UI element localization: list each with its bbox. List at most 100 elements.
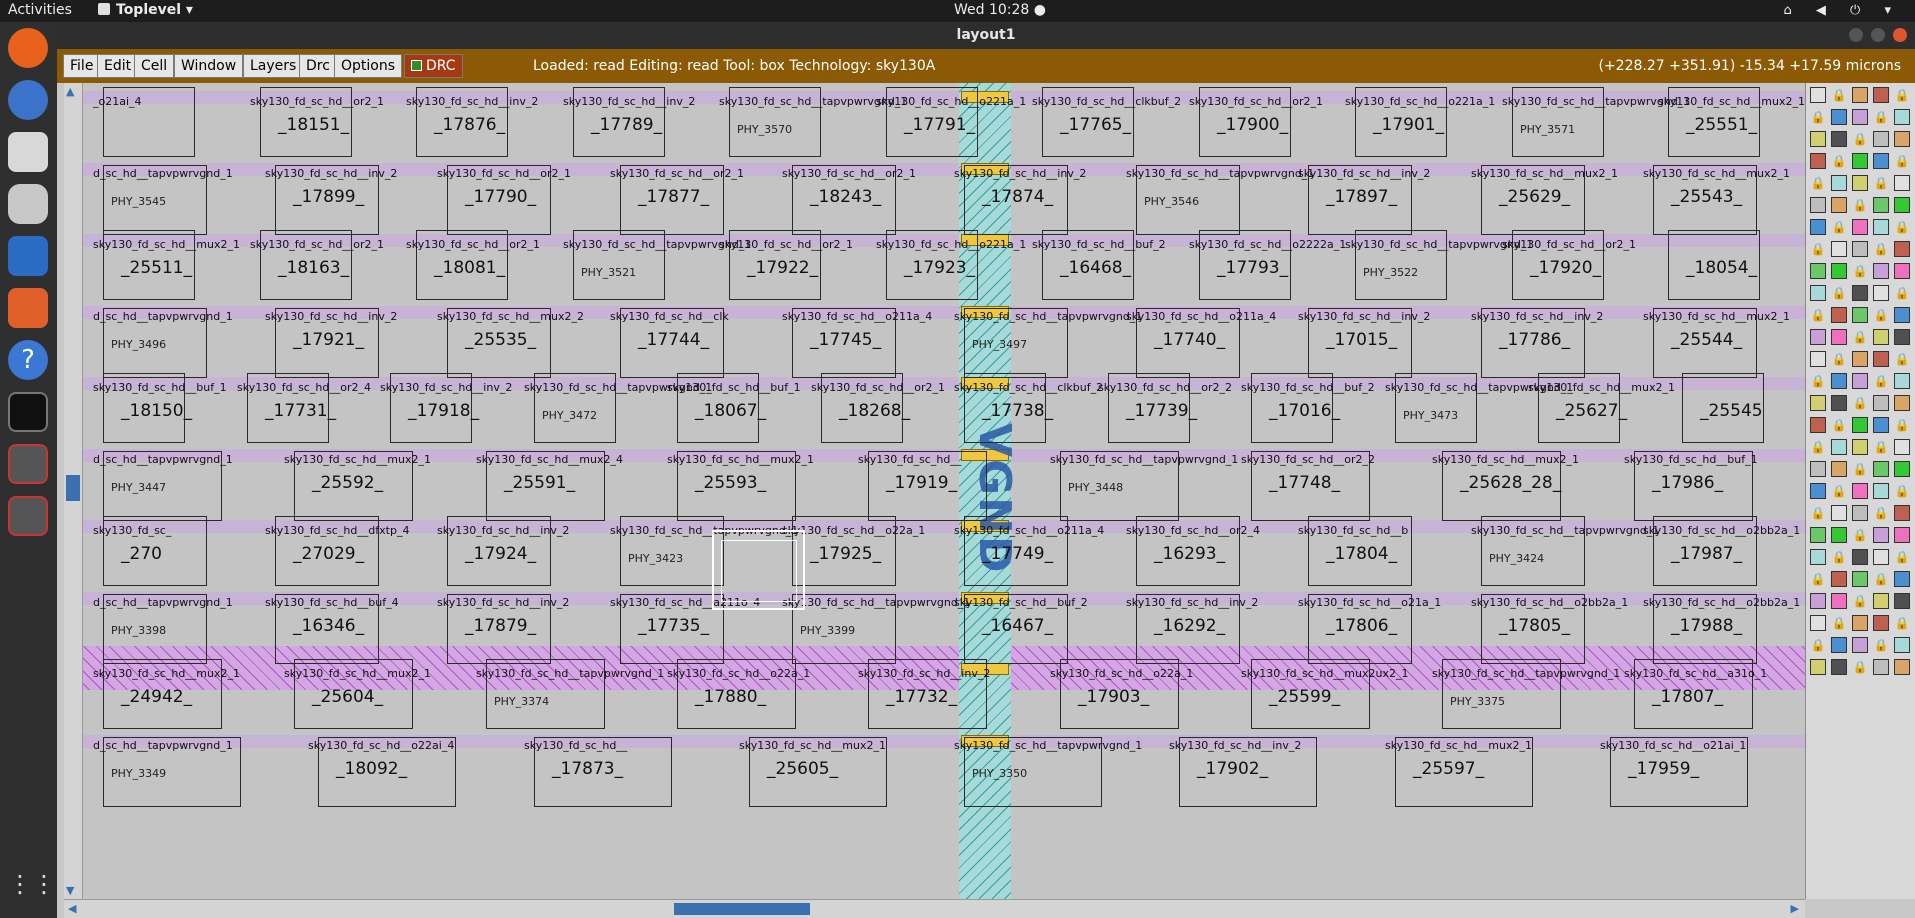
maximize-button[interactable]	[1871, 28, 1885, 42]
thunderbird-icon[interactable]	[8, 80, 48, 120]
layer-lock-icon[interactable]: 🔒	[1873, 373, 1889, 389]
app-icon-1[interactable]	[8, 444, 48, 484]
layer-lock-icon[interactable]: 🔒	[1810, 571, 1826, 587]
layer-palette[interactable]: 🔒 🔒 🔒 🔒 🔒 🔒 🔒 🔒 🔒 🔒 🔒 🔒 🔒 🔒 🔒 🔒 🔒 🔒 🔒 🔒 🔒 🔒 🔒 🔒 🔒 🔒 🔒 🔒 🔒 🔒 🔒 🔒 🔒 🔒 🔒 🔒 🔒 🔒 🔒 🔒…	[1805, 83, 1915, 899]
files-icon[interactable]	[8, 132, 48, 172]
layer-lock-icon[interactable]: 🔒	[1894, 483, 1910, 499]
layer-swatch[interactable]	[1873, 615, 1889, 631]
layer-lock-icon[interactable]: 🔒	[1894, 87, 1910, 103]
layer-swatch[interactable]	[1894, 527, 1910, 543]
layer-swatch[interactable]	[1810, 153, 1826, 169]
menu-cell[interactable]: Cell	[134, 54, 175, 78]
layer-swatch[interactable]	[1894, 439, 1910, 455]
layer-lock-icon[interactable]: 🔒	[1894, 153, 1910, 169]
layer-lock-icon[interactable]: 🔒	[1810, 505, 1826, 521]
layer-swatch[interactable]	[1852, 483, 1868, 499]
layer-swatch[interactable]	[1852, 87, 1868, 103]
layer-lock-icon[interactable]: 🔒	[1810, 373, 1826, 389]
layer-lock-icon[interactable]: 🔒	[1894, 549, 1910, 565]
vertical-scrollbar[interactable]: ▲ ▼	[64, 83, 83, 899]
system-tray[interactable]: ⌂ ◀ ⏻ ▾	[1784, 3, 1901, 18]
app-menu[interactable]: Toplevel ▾	[98, 2, 193, 18]
layer-swatch[interactable]	[1894, 131, 1910, 147]
writer-icon[interactable]	[8, 236, 48, 276]
layer-lock-icon[interactable]: 🔒	[1852, 395, 1868, 411]
layer-swatch[interactable]	[1831, 527, 1847, 543]
layer-swatch[interactable]	[1873, 351, 1889, 367]
layer-swatch[interactable]	[1831, 197, 1847, 213]
layer-swatch[interactable]	[1831, 307, 1847, 323]
clock[interactable]: Wed 10:28 ●	[954, 2, 1046, 18]
layer-swatch[interactable]	[1873, 153, 1889, 169]
layer-lock-icon[interactable]: 🔒	[1831, 351, 1847, 367]
layer-swatch[interactable]	[1852, 285, 1868, 301]
layer-lock-icon[interactable]: 🔒	[1894, 351, 1910, 367]
layer-swatch[interactable]	[1873, 131, 1889, 147]
firefox-icon[interactable]	[8, 28, 48, 68]
layout-canvas[interactable]: VGND _o21ai_4 sky130_fd_sc_hd__or2_1 _1815…	[83, 83, 1805, 899]
layer-swatch[interactable]	[1831, 263, 1847, 279]
layer-swatch[interactable]	[1894, 659, 1910, 675]
layer-lock-icon[interactable]: 🔒	[1894, 219, 1910, 235]
layer-lock-icon[interactable]: 🔒	[1810, 637, 1826, 653]
layer-swatch[interactable]	[1894, 329, 1910, 345]
layer-swatch[interactable]	[1852, 615, 1868, 631]
layer-lock-icon[interactable]: 🔒	[1852, 527, 1868, 543]
layer-lock-icon[interactable]: 🔒	[1873, 571, 1889, 587]
layer-lock-icon[interactable]: 🔒	[1894, 285, 1910, 301]
software-center-icon[interactable]	[8, 288, 48, 328]
layer-swatch[interactable]	[1873, 263, 1889, 279]
layer-lock-icon[interactable]: 🔒	[1852, 263, 1868, 279]
layer-swatch[interactable]	[1831, 461, 1847, 477]
layer-swatch[interactable]	[1873, 483, 1889, 499]
layer-lock-icon[interactable]: 🔒	[1873, 175, 1889, 191]
layer-swatch[interactable]	[1852, 219, 1868, 235]
menu-layers[interactable]: Layers	[243, 54, 304, 78]
menu-options[interactable]: Options	[334, 54, 403, 78]
scroll-down-icon[interactable]: ▼	[66, 884, 74, 897]
layer-lock-icon[interactable]: 🔒	[1810, 109, 1826, 125]
vertical-scroll-thumb[interactable]	[66, 475, 80, 501]
layer-swatch[interactable]	[1894, 241, 1910, 257]
menu-edit[interactable]: Edit	[97, 54, 139, 78]
layer-swatch[interactable]	[1810, 197, 1826, 213]
layer-swatch[interactable]	[1810, 219, 1826, 235]
terminal-icon[interactable]	[8, 392, 48, 432]
layer-lock-icon[interactable]: 🔒	[1831, 285, 1847, 301]
scroll-right-icon[interactable]: ▶	[1791, 902, 1799, 915]
layer-swatch[interactable]	[1831, 329, 1847, 345]
menu-window[interactable]: Window	[174, 54, 244, 78]
layer-swatch[interactable]	[1852, 549, 1868, 565]
layer-swatch[interactable]	[1894, 263, 1910, 279]
layer-lock-icon[interactable]: 🔒	[1873, 109, 1889, 125]
app-icon-2[interactable]	[8, 496, 48, 536]
layer-lock-icon[interactable]: 🔒	[1831, 549, 1847, 565]
layer-lock-icon[interactable]: 🔒	[1873, 241, 1889, 257]
layer-swatch[interactable]	[1894, 571, 1910, 587]
layer-swatch[interactable]	[1852, 241, 1868, 257]
help-icon[interactable]: ?	[8, 340, 48, 380]
layer-swatch[interactable]	[1873, 197, 1889, 213]
layer-swatch[interactable]	[1810, 329, 1826, 345]
layer-swatch[interactable]	[1873, 417, 1889, 433]
layer-lock-icon[interactable]: 🔒	[1831, 219, 1847, 235]
layer-lock-icon[interactable]: 🔒	[1810, 439, 1826, 455]
layer-swatch[interactable]	[1810, 483, 1826, 499]
horizontal-scrollbar[interactable]: ◀ ▶	[64, 899, 1805, 918]
layer-swatch[interactable]	[1810, 593, 1826, 609]
layer-swatch[interactable]	[1831, 439, 1847, 455]
layer-swatch[interactable]	[1810, 461, 1826, 477]
layer-lock-icon[interactable]: 🔒	[1873, 637, 1889, 653]
layer-swatch[interactable]	[1852, 439, 1868, 455]
layer-swatch[interactable]	[1873, 395, 1889, 411]
layer-lock-icon[interactable]: 🔒	[1852, 461, 1868, 477]
scroll-left-icon[interactable]: ◀	[68, 902, 76, 915]
layer-lock-icon[interactable]: 🔒	[1852, 197, 1868, 213]
layer-swatch[interactable]	[1831, 109, 1847, 125]
layer-swatch[interactable]	[1873, 329, 1889, 345]
layer-swatch[interactable]	[1810, 131, 1826, 147]
layer-lock-icon[interactable]: 🔒	[1873, 505, 1889, 521]
layer-swatch[interactable]	[1852, 571, 1868, 587]
layer-swatch[interactable]	[1831, 131, 1847, 147]
layer-swatch[interactable]	[1852, 153, 1868, 169]
